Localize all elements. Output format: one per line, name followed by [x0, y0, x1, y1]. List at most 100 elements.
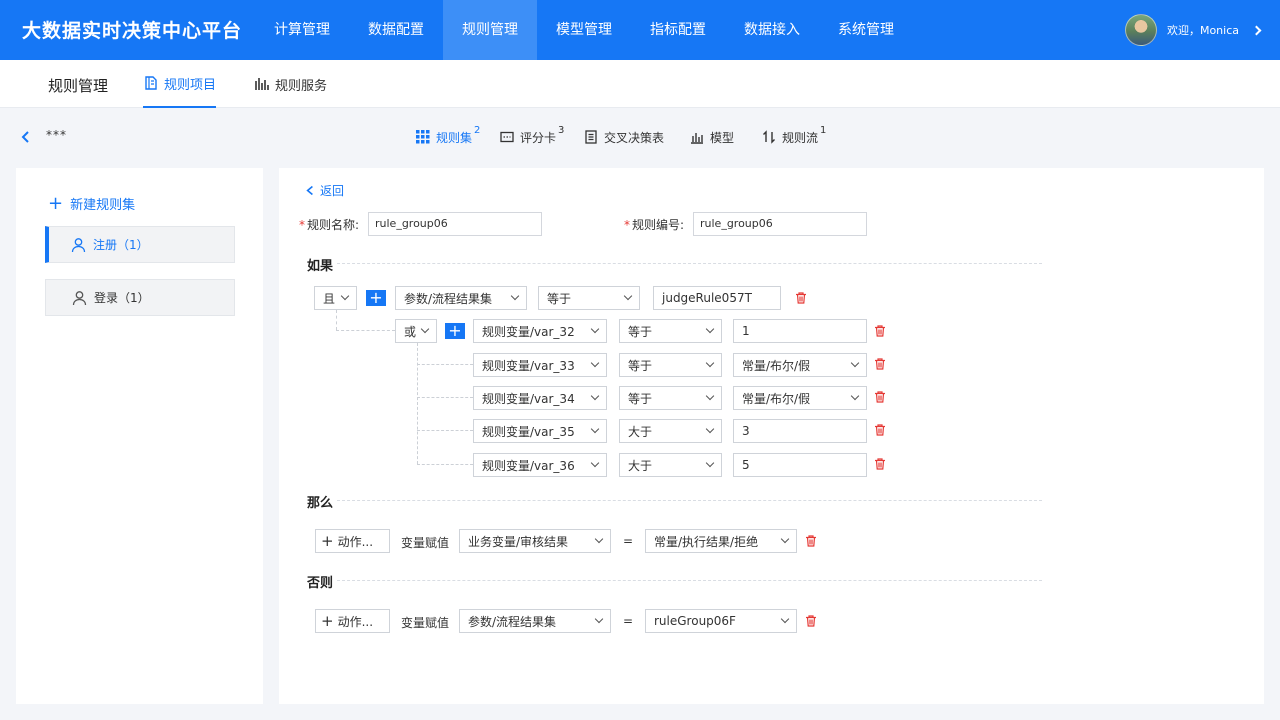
tab-scorecard[interactable]: 评分卡 3: [500, 124, 565, 147]
equals-sign: =: [623, 534, 634, 548]
nested-operator-select[interactable]: 等于: [619, 386, 722, 410]
plus-icon: +: [321, 612, 334, 630]
tab-ruleset-label: 规则集: [436, 130, 473, 145]
rule-name-input[interactable]: rule_group06: [368, 212, 542, 236]
condition-value-input[interactable]: judgeRule057T: [653, 286, 781, 310]
breadcrumb[interactable]: ***: [46, 128, 67, 142]
trash-icon[interactable]: [874, 424, 886, 436]
bar-chart-icon: [691, 133, 703, 144]
then-section-title: 那么: [307, 496, 334, 511]
trash-icon[interactable]: [874, 358, 886, 370]
sub-navbar: 规则管理 规则项目 规则服务: [0, 60, 1280, 108]
then-target-select[interactable]: 业务变量/审核结果: [459, 529, 611, 553]
rule-code-input[interactable]: rule_group06: [693, 212, 867, 236]
nav-item-compute[interactable]: 计算管理: [255, 0, 349, 60]
tab-rule-project[interactable]: 规则项目: [143, 60, 217, 108]
card-icon: [500, 131, 514, 143]
then-value-select[interactable]: 常量/执行结果/拒绝: [645, 529, 797, 553]
tab-decision-table-label: 交叉决策表: [604, 130, 665, 145]
main-nav: 计算管理 数据配置 规则管理 模型管理 指标配置 数据接入 系统管理: [255, 0, 913, 60]
user-icon: [71, 237, 86, 252]
back-arrow-icon[interactable]: [20, 131, 32, 143]
nested-field-select[interactable]: 规则变量/var_35: [473, 419, 607, 443]
nested-operator-select[interactable]: 等于: [619, 319, 722, 343]
nested-value-input[interactable]: 1: [733, 319, 867, 343]
add-condition-button[interactable]: +: [366, 290, 386, 306]
tab-ruleset-count: 2: [474, 124, 481, 136]
nav-item-rule-management[interactable]: 规则管理: [443, 0, 537, 60]
tree-connector: [417, 397, 473, 398]
nested-value-select[interactable]: 常量/布尔/假: [733, 353, 867, 377]
logic-select-and[interactable]: 且: [314, 286, 357, 310]
user-greeting[interactable]: 欢迎，Monica: [1167, 22, 1239, 38]
nav-item-model[interactable]: 模型管理: [537, 0, 631, 60]
book-icon: [145, 76, 157, 90]
tab-ruleflow-count: 1: [820, 124, 827, 136]
trash-icon[interactable]: [874, 458, 886, 470]
trash-icon[interactable]: [805, 615, 817, 627]
tab-model-label: 模型: [710, 130, 735, 145]
divider: [337, 580, 1042, 581]
nav-item-metric[interactable]: 指标配置: [631, 0, 725, 60]
chevron-right-icon[interactable]: [1251, 25, 1262, 35]
nested-field-select[interactable]: 规则变量/var_33: [473, 353, 607, 377]
nested-operator-select[interactable]: 大于: [619, 419, 722, 443]
back-link[interactable]: 返回: [306, 182, 344, 199]
nested-value-input[interactable]: 5: [733, 453, 867, 477]
nested-field-select[interactable]: 规则变量/var_34: [473, 386, 607, 410]
logic-select-or[interactable]: 或: [395, 319, 437, 343]
tree-connector: [417, 464, 473, 465]
tab-rule-service[interactable]: 规则服务: [254, 60, 327, 108]
new-ruleset-button[interactable]: + 新建规则集: [48, 194, 135, 213]
avatar[interactable]: [1124, 14, 1157, 46]
trash-icon[interactable]: [795, 292, 807, 304]
nested-field-select[interactable]: 规则变量/var_36: [473, 453, 607, 477]
add-nested-condition-button[interactable]: +: [445, 323, 465, 339]
tab-scorecard-label: 评分卡: [520, 130, 557, 145]
user-icon: [72, 290, 87, 305]
condition-field-select[interactable]: 参数/流程结果集: [395, 286, 527, 310]
tab-ruleflow-label: 规则流: [782, 130, 819, 145]
tab-ruleset[interactable]: 规则集 2: [416, 124, 481, 147]
assign-label: 变量赋值: [401, 616, 450, 630]
list-item-register[interactable]: 注册（1）: [45, 226, 235, 263]
chevron-left-icon: [306, 185, 313, 196]
rule-code-label: * 规则编号:: [624, 218, 685, 232]
trash-icon[interactable]: [805, 535, 817, 547]
app-title: 大数据实时决策中心平台: [22, 20, 243, 42]
document-icon: [585, 130, 597, 144]
tab-decision-table[interactable]: 交叉决策表: [584, 127, 664, 147]
condition-operator-select[interactable]: 等于: [538, 286, 640, 310]
grid-icon: [416, 130, 430, 144]
nested-value-input[interactable]: 3: [733, 419, 867, 443]
else-section-title: 否则: [307, 576, 334, 591]
if-section-title: 如果: [307, 259, 334, 274]
list-item-label: 注册（1）: [93, 238, 149, 252]
tab-ruleflow[interactable]: 规则流 1: [762, 124, 827, 147]
tab-model[interactable]: 模型: [690, 127, 734, 147]
nested-operator-select[interactable]: 大于: [619, 453, 722, 477]
nested-field-select[interactable]: 规则变量/var_32: [473, 319, 607, 343]
nested-operator-select[interactable]: 等于: [619, 353, 722, 377]
nav-item-data-config[interactable]: 数据配置: [349, 0, 443, 60]
else-value-select[interactable]: ruleGroup06F: [645, 609, 797, 633]
nested-value-select[interactable]: 常量/布尔/假: [733, 386, 867, 410]
else-target-select[interactable]: 参数/流程结果集: [459, 609, 611, 633]
tree-connector: [417, 430, 473, 431]
equals-sign: =: [623, 614, 634, 628]
divider: [337, 500, 1042, 501]
tab-scorecard-count: 3: [558, 124, 565, 136]
nav-item-system[interactable]: 系统管理: [819, 0, 913, 60]
list-item-login[interactable]: 登录（1）: [45, 279, 235, 316]
back-label: 返回: [320, 184, 345, 198]
rule-name-label: * 规则名称:: [299, 218, 360, 232]
nav-item-data-ingest[interactable]: 数据接入: [725, 0, 819, 60]
user-menu[interactable]: 欢迎，Monica: [1124, 14, 1262, 46]
trash-icon[interactable]: [874, 325, 886, 337]
divider: [337, 263, 1042, 264]
then-action-button[interactable]: + 动作...: [315, 529, 390, 553]
trash-icon[interactable]: [874, 391, 886, 403]
ruleset-list-panel: + 新建规则集 注册（1） 登录（1）: [16, 168, 263, 704]
rule-editor: 返回 * 规则名称: rule_group06 * 规则编号: rule_group…: [279, 168, 1264, 704]
else-action-button[interactable]: + 动作...: [315, 609, 390, 633]
